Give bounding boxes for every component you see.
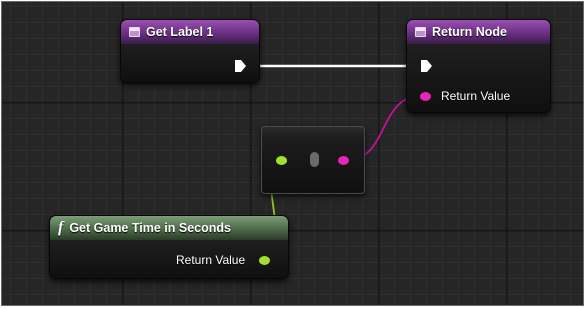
conversion-dot-icon (310, 152, 319, 167)
exec-in-pin-icon[interactable] (419, 59, 433, 73)
get-game-time-title: Get Game Time in Seconds (69, 221, 231, 235)
return-node-icon (415, 27, 426, 37)
float-in-pin-icon[interactable] (276, 156, 287, 165)
get-label-header[interactable]: Get Label 1 (121, 20, 259, 44)
function-icon: f (58, 219, 64, 236)
conversion-node[interactable] (261, 126, 365, 194)
exec-out-pin-icon[interactable] (233, 59, 247, 73)
return-node-header[interactable]: Return Node (407, 20, 550, 44)
game-time-return-value-label: Return Value (176, 253, 246, 267)
return-value-label: Return Value (441, 89, 511, 103)
get-label-node[interactable]: Get Label 1 (120, 19, 260, 83)
get-game-time-body (50, 240, 288, 278)
get-game-time-header[interactable]: f Get Game Time in Seconds (50, 216, 288, 240)
variable-getter-icon (129, 27, 140, 37)
get-game-time-node[interactable]: f Get Game Time in Seconds Return Value (49, 215, 289, 279)
return-node[interactable]: Return Node Return Value (406, 19, 551, 113)
game-time-return-pin-icon[interactable] (259, 256, 270, 265)
return-value-pin-icon[interactable] (420, 92, 431, 101)
blueprint-graph-canvas[interactable]: Get Label 1 Return Node Return Value f G… (1, 1, 584, 306)
get-label-title: Get Label 1 (146, 25, 214, 39)
string-out-pin-icon[interactable] (338, 156, 349, 165)
return-node-title: Return Node (432, 25, 507, 39)
